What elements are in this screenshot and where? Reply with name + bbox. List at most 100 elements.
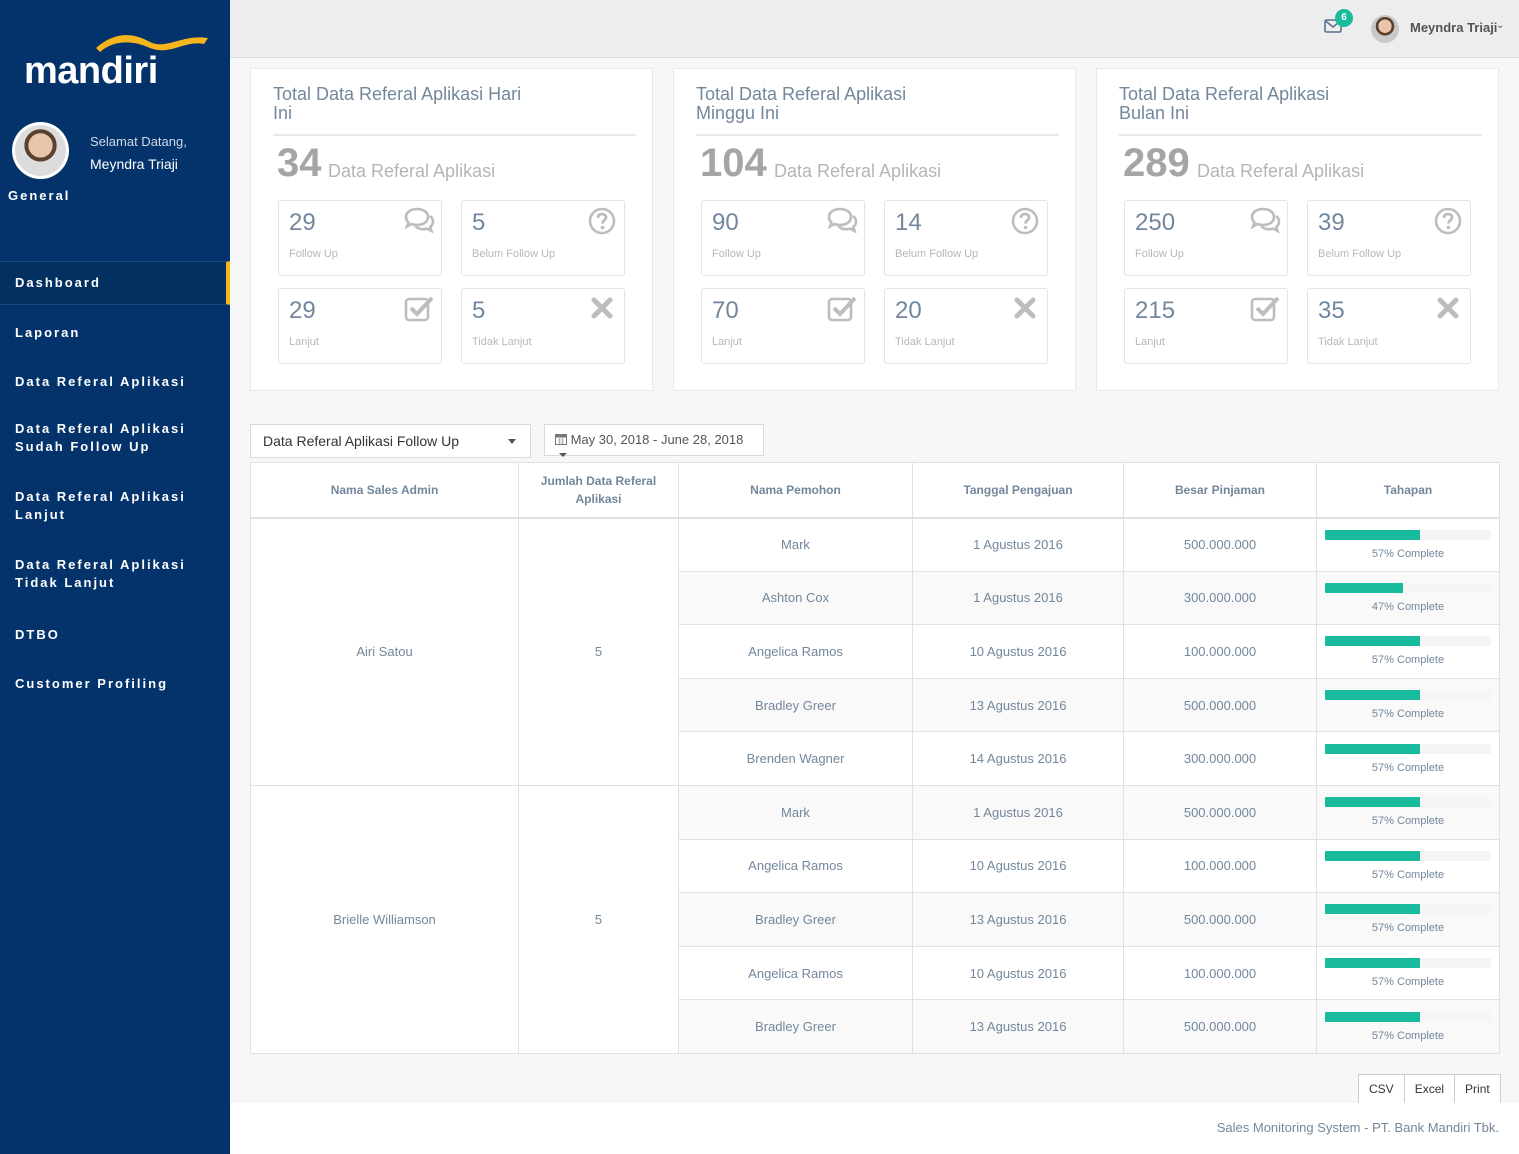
sidebar-item-data-referal-aplikasi[interactable]: Data Referal Aplikasi <box>0 360 230 404</box>
progress-bar <box>1325 743 1491 754</box>
table-row[interactable]: Airi Satou 5 Mark 1 Agustus 2016 500.000.000… <box>250 517 1500 786</box>
profile-name: Meyndra Triaji <box>90 156 178 172</box>
tile-label: Tidak Lanjut <box>895 336 955 348</box>
tile-value: 250 <box>1135 209 1176 236</box>
print-export-button[interactable]: Print <box>1454 1074 1501 1104</box>
welcome-text: Selamat Datang, <box>90 134 187 149</box>
mail-count-badge: 6 <box>1335 9 1353 27</box>
sidebar: mandiri Selamat Datang, Meyndra Triaji G… <box>0 0 230 1154</box>
progress-bar-fill <box>1325 797 1420 808</box>
excel-export-button[interactable]: Excel <box>1403 1074 1456 1104</box>
progress-bar <box>1325 797 1491 808</box>
progress-widget: 57% Complete <box>1325 1011 1491 1042</box>
stat-tile-belum-follow-up[interactable]: 39 Belum Follow Up <box>1307 200 1471 276</box>
caret-down-icon <box>508 439 516 444</box>
panel-total-label: Data Referal Aplikasi <box>1197 161 1365 181</box>
progress-bar-fill <box>1325 690 1420 701</box>
progress-bar-fill <box>1325 529 1420 540</box>
progress-label: 57% Complete <box>1371 654 1445 667</box>
tile-value: 39 <box>1318 209 1345 236</box>
chevron-down-icon[interactable]: ⌄ <box>1496 20 1504 31</box>
menu-section-title: General <box>8 188 71 203</box>
loan-amount-cell: 100.000.000 <box>1123 838 1317 894</box>
mandiri-logo[interactable]: mandiri <box>24 30 214 92</box>
stat-tile-belum-follow-up[interactable]: 5 Belum Follow Up <box>461 200 625 276</box>
progress-label: 47% Complete <box>1371 600 1445 613</box>
applicant-name-cell: Ashton Cox <box>678 570 913 626</box>
progress-bar-fill <box>1325 1011 1420 1022</box>
panel-total-count: 104 <box>700 141 767 185</box>
progress-widget: 57% Complete <box>1325 636 1491 666</box>
sales-admin-cell: Airi Satou <box>250 517 519 786</box>
column-header[interactable]: Nama Sales Admin <box>250 462 519 519</box>
column-header[interactable]: Besar Pinjaman <box>1123 462 1317 519</box>
sidebar-item-dtbo[interactable]: DTBO <box>0 613 230 657</box>
sidebar-item-dashboard[interactable]: Dashboard <box>0 261 230 305</box>
progress-bar <box>1325 636 1491 647</box>
stat-tile-lanjut[interactable]: 70 Lanjut <box>701 288 865 364</box>
stage-cell: 57% Complete <box>1316 838 1500 894</box>
stat-tile-lanjut[interactable]: 215 Lanjut <box>1124 288 1288 364</box>
stage-cell: 57% Complete <box>1316 892 1500 947</box>
applicant-name-cell: Mark <box>678 784 913 840</box>
submission-date-cell: 14 Agustus 2016 <box>912 731 1124 786</box>
check-square-icon <box>403 295 435 323</box>
question-circle-icon <box>1432 207 1464 235</box>
tile-label: Follow Up <box>289 248 338 260</box>
submission-date-cell: 1 Agustus 2016 <box>912 784 1124 840</box>
progress-bar-fill <box>1325 958 1420 969</box>
csv-export-button[interactable]: CSV <box>1358 1074 1405 1104</box>
close-icon <box>1432 295 1464 323</box>
applicant-name-cell: Mark <box>678 517 913 572</box>
stage-cell: 57% Complete <box>1316 517 1500 572</box>
check-square-icon <box>826 295 858 323</box>
submission-date-cell: 13 Agustus 2016 <box>912 999 1124 1054</box>
progress-bar-fill <box>1325 636 1420 647</box>
tile-value: 29 <box>289 297 316 324</box>
tile-value: 35 <box>1318 297 1345 324</box>
column-header[interactable]: Tahapan <box>1316 462 1500 519</box>
panel-divider <box>273 134 636 136</box>
loan-amount-cell: 500.000.000 <box>1123 784 1317 840</box>
applicant-name-cell: Bradley Greer <box>678 892 913 947</box>
sidebar-item-data-referal-aplikasi-tidak-lanjut[interactable]: Data Referal Aplikasi Tidak Lanjut <box>0 545 230 603</box>
column-header[interactable]: Tanggal Pengajuan <box>912 462 1124 519</box>
progress-bar <box>1325 690 1491 701</box>
table-row[interactable]: Brielle Williamson 5 Mark 1 Agustus 2016 500… <box>250 784 1500 1054</box>
sidebar-item-customer-profiling[interactable]: Customer Profiling <box>0 662 230 706</box>
referral-type-select[interactable]: Data Referal Aplikasi Follow Up <box>250 424 531 458</box>
stat-tile-tidak-lanjut[interactable]: 35 Tidak Lanjut <box>1307 288 1471 364</box>
loan-amount-cell: 500.000.000 <box>1123 677 1317 733</box>
question-circle-icon <box>586 207 618 235</box>
tile-label: Follow Up <box>1135 248 1184 260</box>
stat-tile-lanjut[interactable]: 29 Lanjut <box>278 288 442 364</box>
table-header-row: Nama Sales Admin Jumlah Data Referal Apli… <box>250 462 1500 519</box>
stat-tile-follow-up[interactable]: 29 Follow Up <box>278 200 442 276</box>
column-header[interactable]: Jumlah Data Referal Aplikasi <box>518 462 679 519</box>
sidebar-item-data-referal-aplikasi-lanjut[interactable]: Data Referal Aplikasi Lanjut <box>0 477 230 535</box>
export-button-group: CSV Excel Print <box>1358 1074 1501 1104</box>
sidebar-item-laporan[interactable]: Laporan <box>0 311 230 355</box>
date-range-picker[interactable]: May 30, 2018 - June 28, 2018 <box>544 424 764 457</box>
applicant-name-cell: Angelica Ramos <box>678 838 913 894</box>
user-avatar[interactable] <box>1371 15 1399 43</box>
comments-icon <box>826 207 858 235</box>
tile-label: Follow Up <box>712 248 761 260</box>
progress-bar-fill <box>1325 743 1420 754</box>
column-header[interactable]: Nama Pemohon <box>678 462 913 519</box>
applicant-name-cell: Brenden Wagner <box>678 731 913 786</box>
referral-count-cell: 5 <box>518 784 679 1054</box>
tile-value: 70 <box>712 297 739 324</box>
stat-tile-follow-up[interactable]: 250 Follow Up <box>1124 200 1288 276</box>
stat-tile-tidak-lanjut[interactable]: 20 Tidak Lanjut <box>884 288 1048 364</box>
panel-divider <box>1119 134 1482 136</box>
stat-tile-belum-follow-up[interactable]: 14 Belum Follow Up <box>884 200 1048 276</box>
stat-tile-follow-up[interactable]: 90 Follow Up <box>701 200 865 276</box>
user-menu-name[interactable]: Meyndra Triaji <box>1410 20 1497 35</box>
sidebar-item-data-referal-aplikasi-sudah-follow-up[interactable]: Data Referal Aplikasi Sudah Follow Up <box>0 409 230 467</box>
footer-text: Sales Monitoring System - PT. Bank Mandi… <box>1216 1120 1499 1135</box>
progress-label: 57% Complete <box>1371 708 1445 721</box>
progress-widget: 47% Complete <box>1325 582 1491 613</box>
stage-cell: 57% Complete <box>1316 999 1500 1054</box>
stat-tile-tidak-lanjut[interactable]: 5 Tidak Lanjut <box>461 288 625 364</box>
